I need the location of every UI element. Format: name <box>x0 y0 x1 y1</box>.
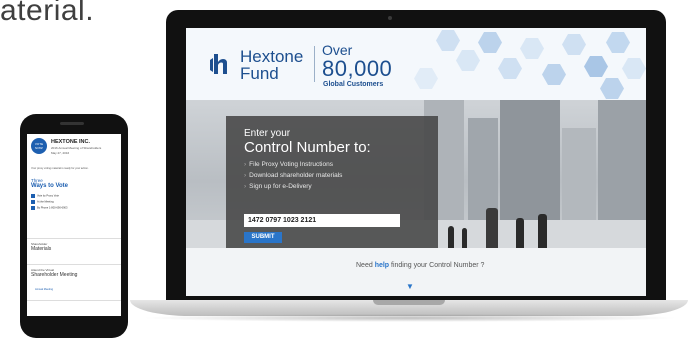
meeting-title[interactable]: Shareholder Meeting <box>31 272 77 278</box>
phone-meeting-subtitle: 2016 Annual Meeting of Shareholders <box>51 146 102 150</box>
submit-button[interactable]: SUBMIT <box>244 232 282 243</box>
hex-decoration <box>622 58 646 79</box>
hex-decoration <box>520 38 544 59</box>
panel-item: › Download shareholder materials <box>244 172 343 179</box>
laptop-screen: Hextone Fund Over 80,000 Global Customer… <box>186 28 646 296</box>
hex-decoration <box>456 50 480 71</box>
panel-title-line2: Control Number to: <box>244 139 371 156</box>
hex-decoration <box>606 32 630 53</box>
customer-count: 80,000 <box>322 56 393 81</box>
hex-decoration <box>436 30 460 51</box>
customer-count-caption: Global Customers <box>323 81 384 88</box>
laptop-camera <box>388 16 392 20</box>
hex-decoration <box>478 32 502 53</box>
panel-title-line1: Enter your <box>244 128 291 139</box>
control-number-panel: Enter your Control Number to: › File Prox… <box>226 116 438 248</box>
phone-section-divider <box>27 264 121 265</box>
hex-decoration <box>600 78 624 99</box>
phone-notice: Your proxy voting material is ready for … <box>31 167 89 170</box>
logo-divider <box>314 46 315 82</box>
logo-name: Hextone Fund <box>240 48 303 82</box>
help-text: Need help finding your Control Number ? <box>356 262 485 269</box>
vote-option[interactable]: Vote by Proxy Vote <box>31 194 59 198</box>
hex-decoration <box>542 64 566 85</box>
hex-decoration <box>562 34 586 55</box>
materials-title[interactable]: Materials <box>31 246 51 252</box>
lead-text: aterial. <box>0 0 95 27</box>
hextone-logo-icon <box>210 54 227 74</box>
hex-decoration <box>584 56 608 77</box>
logo-name-line1: Hextone <box>240 47 304 66</box>
phone-ways-to-vote: Ways to Vote <box>31 183 69 189</box>
help-link[interactable]: help <box>375 262 389 269</box>
vote-option[interactable]: By Phone 1-800-690-6903 <box>31 206 67 210</box>
panel-item: › Sign up for e-Delivery <box>244 183 312 190</box>
help-bar <box>186 248 646 296</box>
meeting-link[interactable]: Annual Meeting <box>35 288 53 291</box>
chevron-down-icon[interactable]: ▼ <box>406 282 414 291</box>
vote-now-logo: VOTE NOW! <box>31 138 47 154</box>
panel-item: › File Proxy Voting Instructions <box>244 161 333 168</box>
phone-section-divider <box>27 238 121 239</box>
hex-decoration <box>414 68 438 89</box>
hex-decoration <box>498 58 522 79</box>
phone-company-title: HEXTONE INC. <box>51 139 91 145</box>
control-number-input[interactable]: 1472 0797 1023 2121 <box>244 214 400 227</box>
logo-name-line2: Fund <box>240 64 279 83</box>
phone-meeting-date: May 27, 2016 <box>51 151 70 155</box>
phone-screen: VOTE NOW! HEXTONE INC. 2016 Annual Meeti… <box>27 134 121 316</box>
phone-speaker <box>60 122 84 125</box>
laptop-shadow <box>140 314 680 322</box>
site-header: Hextone Fund Over 80,000 Global Customer… <box>186 28 646 100</box>
phone-section-divider <box>27 300 121 301</box>
laptop-notch <box>373 300 445 305</box>
phone-header: VOTE NOW! HEXTONE INC. 2016 Annual Meeti… <box>27 134 121 164</box>
vote-option[interactable]: At the Meeting <box>31 200 54 204</box>
